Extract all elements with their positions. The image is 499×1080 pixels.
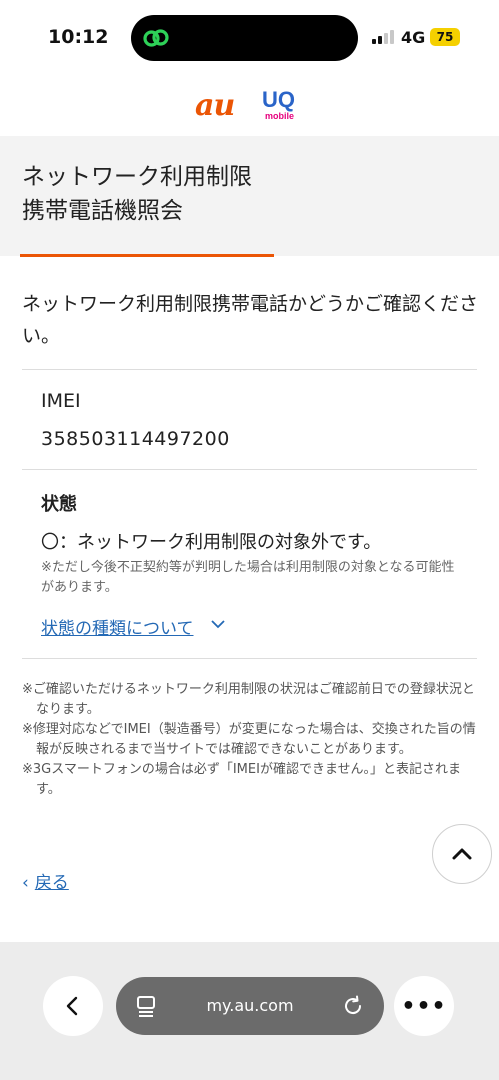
network-type: 4G — [401, 28, 426, 47]
dynamic-island[interactable] — [131, 15, 358, 61]
page-title-line2: 携帯電話機照会 — [22, 198, 183, 224]
back-link-label: 戻る — [34, 873, 69, 893]
chevron-down-icon[interactable] — [210, 616, 226, 632]
status-types-link[interactable]: 状態の種類について — [41, 614, 194, 639]
chevron-up-icon — [452, 848, 472, 860]
status-label: 状態 — [41, 494, 77, 515]
notes-list: ※ご確認いただけるネットワーク利用制限の状況はご確認前日での登録状況となります。… — [22, 680, 482, 800]
note-item: ※3Gスマートフォンの場合は必ず「IMEIが確認できません。」と表記されます。 — [22, 762, 462, 797]
scroll-to-top-button[interactable] — [432, 824, 492, 884]
uq-logo-sub: mobile — [265, 111, 295, 121]
imei-value: 358503114497200 — [41, 428, 230, 450]
uq-mobile-logo[interactable]: UQ mobile — [262, 89, 302, 123]
signal-icon — [372, 30, 394, 44]
uq-logo-main: UQ — [262, 87, 295, 112]
status-time: 10:12 — [48, 26, 109, 48]
divider — [22, 469, 477, 470]
page-title-line1: ネットワーク利用制限 — [22, 164, 252, 190]
back-link[interactable]: ‹ 戻る — [22, 868, 69, 893]
divider — [22, 658, 477, 659]
status-note: ※ただし今後不正契約等が判明した場合は利用制限の対象となる可能性があります。 — [41, 560, 455, 595]
chevron-left-icon — [66, 996, 78, 1016]
title-underline — [20, 254, 274, 257]
title-area: ネットワーク利用制限 携帯電話機照会 — [0, 136, 499, 256]
status-bar: 10:12 4G 75 — [0, 0, 499, 76]
imei-label: IMEI — [41, 390, 81, 412]
brand-header: au UQ mobile — [0, 76, 499, 136]
browser-back-button[interactable] — [43, 976, 103, 1036]
note-item: ※修理対応などでIMEI（製造番号）が変更になった場合は、交換された旨の情報が反… — [22, 722, 476, 757]
divider — [22, 369, 477, 370]
au-logo[interactable]: au — [195, 88, 235, 123]
reload-icon[interactable] — [342, 995, 364, 1017]
link-icon — [143, 29, 169, 47]
intro-text: ネットワーク利用制限携帯電話かどうかご確認ください。 — [22, 293, 479, 347]
address-bar[interactable]: my.au.com — [116, 977, 384, 1035]
browser-toolbar: my.au.com ••• — [0, 942, 499, 1080]
chevron-left-icon: ‹ — [22, 873, 29, 893]
status-value: 〇：ネットワーク利用制限の対象外です。 — [41, 532, 382, 553]
page-title: ネットワーク利用制限 携帯電話機照会 — [22, 160, 252, 228]
note-item: ※ご確認いただけるネットワーク利用制限の状況はご確認前日での登録状況となります。 — [22, 682, 475, 717]
more-button[interactable]: ••• — [394, 976, 454, 1036]
battery-icon: 75 — [430, 28, 460, 46]
